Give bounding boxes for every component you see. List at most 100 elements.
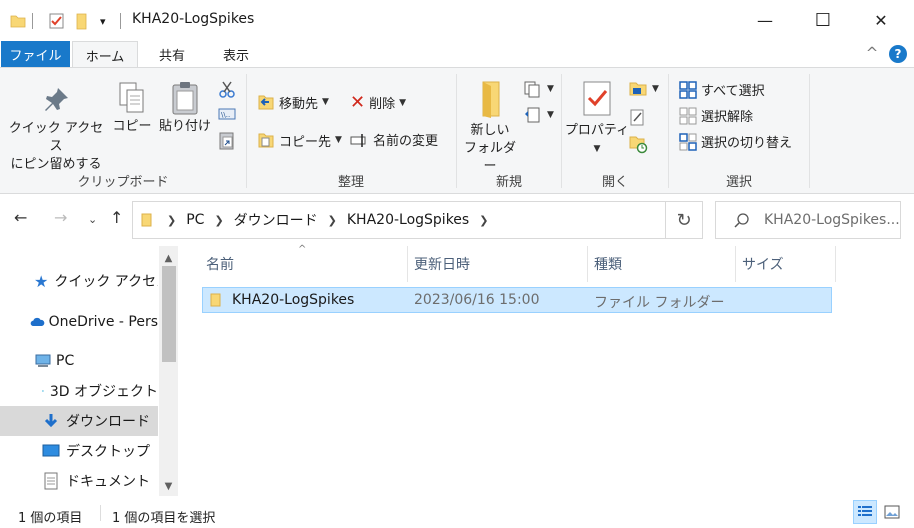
large-icons-view-icon bbox=[884, 505, 900, 519]
copy-to-icon bbox=[258, 133, 274, 148]
chevron-down-icon: ▼ bbox=[593, 144, 601, 154]
properties-quick-button[interactable] bbox=[48, 10, 66, 32]
refresh-button[interactable]: ↻ bbox=[665, 201, 703, 239]
window-title: KHA20-LogSpikes bbox=[132, 11, 255, 27]
select-all-icon bbox=[679, 80, 697, 99]
edit-button[interactable] bbox=[628, 108, 648, 126]
select-none-button[interactable]: 選択解除 bbox=[679, 106, 753, 125]
scrollbar-thumb[interactable] bbox=[162, 266, 176, 362]
refresh-icon: ↻ bbox=[676, 209, 692, 231]
nav-item-documents[interactable]: ドキュメント bbox=[0, 466, 158, 496]
invert-selection-label: 選択の切り替え bbox=[701, 136, 793, 151]
chevron-down-icon: ▾ bbox=[100, 14, 106, 28]
svg-text:\\..: \\.. bbox=[221, 111, 230, 119]
new-folder-quick-button[interactable] bbox=[74, 10, 90, 32]
invert-selection-button[interactable]: 選択の切り替え bbox=[679, 132, 792, 151]
new-group-label: 新規 bbox=[495, 175, 522, 190]
maximize-button[interactable]: ☐ bbox=[800, 4, 846, 36]
nav-item-downloads[interactable]: ダウンロード bbox=[0, 406, 158, 436]
open-button[interactable]: ▼ bbox=[628, 80, 659, 98]
desktop-icon bbox=[42, 444, 60, 457]
nav-item-onedrive[interactable]: OneDrive - Pers bbox=[0, 307, 158, 337]
download-icon bbox=[44, 414, 58, 428]
chevron-right-icon[interactable]: ❯ bbox=[479, 214, 488, 227]
tab-home[interactable]: ホーム bbox=[72, 41, 138, 68]
select-group: すべて選択 選択解除 選択の切り替え 選択 bbox=[669, 68, 809, 194]
move-to-label: 移動先 bbox=[279, 96, 319, 112]
large-icons-view-button[interactable] bbox=[880, 500, 904, 524]
status-item-count: 1 個の項目 bbox=[18, 511, 83, 526]
nav-item-quick-access[interactable]: ★ クイック アクセス bbox=[0, 266, 158, 296]
minimize-button[interactable]: — bbox=[742, 4, 788, 36]
chevron-down-icon: ▼ bbox=[164, 480, 173, 492]
chevron-right-icon: ❯ bbox=[214, 213, 224, 227]
tab-view[interactable]: 表示 bbox=[210, 41, 262, 68]
search-placeholder: KHA20-LogSpikes... bbox=[764, 212, 900, 228]
paste-shortcut-button[interactable] bbox=[218, 130, 236, 150]
select-all-label: すべて選択 bbox=[701, 84, 765, 99]
file-type: ファイル フォルダー bbox=[594, 295, 725, 311]
help-button[interactable]: ? bbox=[889, 45, 907, 63]
new-folder-button[interactable]: 新しい フォルダー bbox=[459, 80, 521, 176]
organize-group: 移動先 ▼ コピー先 ▼ ✕ 削除 ▼ 名前の変更 整理 bbox=[247, 68, 455, 194]
scroll-up-button[interactable]: ▲ bbox=[159, 248, 178, 268]
separator bbox=[32, 10, 33, 32]
chevron-right-icon: ❯ bbox=[327, 213, 337, 227]
cube-icon bbox=[42, 390, 44, 392]
nav-item-3d-objects[interactable]: 3D オブジェクト bbox=[0, 376, 158, 406]
breadcrumb-pc[interactable]: PC bbox=[186, 212, 204, 228]
close-button[interactable]: ✕ bbox=[858, 4, 904, 36]
star-icon: ★ bbox=[34, 271, 49, 291]
breadcrumb-current-folder[interactable]: KHA20-LogSpikes bbox=[347, 212, 469, 228]
new-group: 新しい フォルダー ▼ ▼ 新規 bbox=[457, 68, 561, 194]
scroll-down-button[interactable]: ▼ bbox=[159, 476, 178, 496]
move-to-button[interactable]: 移動先 ▼ bbox=[256, 92, 329, 112]
cut-button[interactable] bbox=[218, 80, 236, 98]
breadcrumb-downloads[interactable]: ダウンロード bbox=[234, 210, 318, 230]
column-header-type[interactable]: 種類 bbox=[588, 246, 736, 282]
column-header-modified[interactable]: 更新日時 bbox=[408, 246, 588, 282]
history-button[interactable] bbox=[628, 134, 648, 154]
select-all-button[interactable]: すべて選択 bbox=[679, 80, 765, 99]
easy-access-icon bbox=[525, 107, 540, 123]
nav-item-pc[interactable]: PC bbox=[0, 346, 158, 376]
arrow-up-icon: ↑ bbox=[110, 208, 124, 227]
nav-item-label: ダウンロード bbox=[66, 414, 150, 430]
back-button[interactable]: ← bbox=[14, 208, 27, 227]
collapse-ribbon-button[interactable]: ^ bbox=[862, 44, 882, 62]
rename-button[interactable]: 名前の変更 bbox=[350, 130, 438, 149]
nav-item-desktop[interactable]: デスクトップ bbox=[0, 436, 158, 466]
navigation-pane: ★ クイック アクセス OneDrive - Pers PC 3D オブジェクト… bbox=[0, 246, 178, 496]
delete-label: 削除 bbox=[369, 97, 396, 112]
delete-button[interactable]: ✕ 削除 ▼ bbox=[350, 92, 406, 113]
forward-button[interactable]: → bbox=[54, 208, 67, 227]
recent-locations-button[interactable]: ⌄ bbox=[88, 213, 97, 226]
file-name[interactable]: KHA20-LogSpikes bbox=[232, 292, 354, 308]
up-button[interactable]: ↑ bbox=[110, 208, 123, 227]
pin-to-quick-access-button[interactable]: クイック アクセス にピン留めする bbox=[6, 84, 106, 174]
ribbon: クイック アクセス にピン留めする コピー 貼り付け \\.. クリップボード … bbox=[0, 67, 914, 194]
copy-path-button[interactable]: \\.. bbox=[218, 106, 236, 122]
tab-file[interactable]: ファイル bbox=[1, 41, 70, 67]
column-header-size[interactable]: サイズ bbox=[736, 246, 836, 282]
paste-button[interactable]: 貼り付け bbox=[156, 80, 214, 136]
new-item-button[interactable]: ▼ bbox=[523, 80, 554, 98]
open-group-label: 開く bbox=[601, 175, 628, 190]
easy-access-button[interactable]: ▼ bbox=[523, 106, 554, 124]
copy-icon bbox=[119, 82, 144, 113]
document-icon bbox=[44, 472, 58, 490]
search-box[interactable]: KHA20-LogSpikes... bbox=[715, 201, 901, 239]
folder-icon bbox=[208, 292, 224, 312]
details-view-button[interactable] bbox=[853, 500, 877, 524]
chevron-down-icon: ▼ bbox=[547, 110, 554, 120]
folder-icon bbox=[141, 213, 152, 227]
tab-share[interactable]: 共有 bbox=[146, 41, 198, 68]
properties-button[interactable]: プロパティ ▼ bbox=[564, 80, 630, 158]
pin-label-line1: クイック アクセス bbox=[8, 121, 104, 154]
address-bar[interactable]: ❯ PC ❯ ダウンロード ❯ KHA20-LogSpikes ❯ bbox=[132, 201, 666, 239]
properties-icon bbox=[49, 13, 64, 29]
quick-access-dropdown[interactable]: ▾ bbox=[100, 10, 106, 32]
copy-to-button[interactable]: コピー先 ▼ bbox=[256, 130, 342, 150]
copy-button[interactable]: コピー bbox=[110, 80, 154, 136]
column-header-name[interactable]: 名前 bbox=[200, 246, 408, 282]
